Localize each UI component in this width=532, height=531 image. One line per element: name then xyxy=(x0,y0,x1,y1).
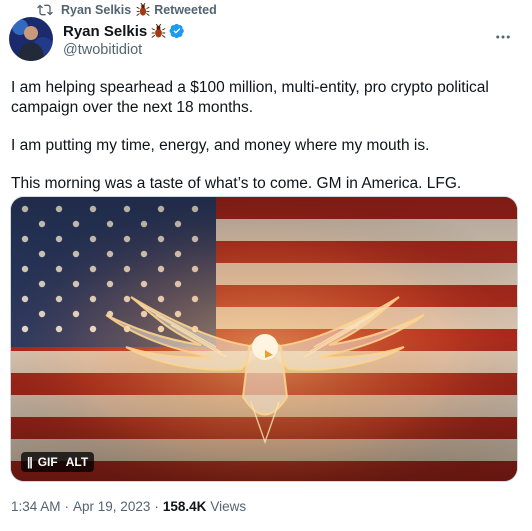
views-label: Views xyxy=(210,499,247,514)
author-handle[interactable]: @twobitidiot xyxy=(63,42,142,58)
author-name-row[interactable]: Ryan Selkis xyxy=(63,22,185,40)
avatar[interactable] xyxy=(9,17,53,61)
retweet-icon xyxy=(37,4,53,16)
retweeter-name[interactable]: Ryan Selkis xyxy=(61,3,131,17)
tweet-paragraph: This morning was a taste of what’s to co… xyxy=(11,175,462,192)
gif-label: GIF xyxy=(37,455,58,469)
retweeted-label: Retweeted xyxy=(154,3,217,17)
tweet-time[interactable]: 1:34 AM xyxy=(11,499,61,514)
bug-icon xyxy=(151,23,166,38)
gif-badge[interactable]: || GIF ALT xyxy=(21,452,95,472)
alt-text-button[interactable]: ALT xyxy=(66,455,88,469)
separator: · xyxy=(154,499,159,514)
author-name[interactable]: Ryan Selkis xyxy=(63,23,147,40)
tweet-meta: 1:34 AM · Apr 19, 2023 · 158.4K Views xyxy=(11,499,246,514)
more-icon[interactable] xyxy=(494,28,512,46)
tweet-date[interactable]: Apr 19, 2023 xyxy=(73,499,150,514)
views-count: 158.4K xyxy=(162,499,207,514)
separator: · xyxy=(64,499,70,514)
avatar-image xyxy=(9,17,53,61)
tweet-text: I am helping spearhead a $100 million, m… xyxy=(11,78,521,212)
bug-icon xyxy=(136,3,150,16)
gif-media[interactable] xyxy=(10,196,518,482)
tweet-paragraph: I am helping spearhead a $100 million, m… xyxy=(11,79,489,116)
verified-badge-icon xyxy=(169,23,185,39)
flag-eagle-image xyxy=(11,197,517,481)
tweet-paragraph: I am putting my time, energy, and money … xyxy=(11,137,430,154)
pause-icon[interactable]: || xyxy=(27,455,33,469)
retweet-indicator[interactable]: Ryan Selkis Retweeted xyxy=(37,2,217,18)
